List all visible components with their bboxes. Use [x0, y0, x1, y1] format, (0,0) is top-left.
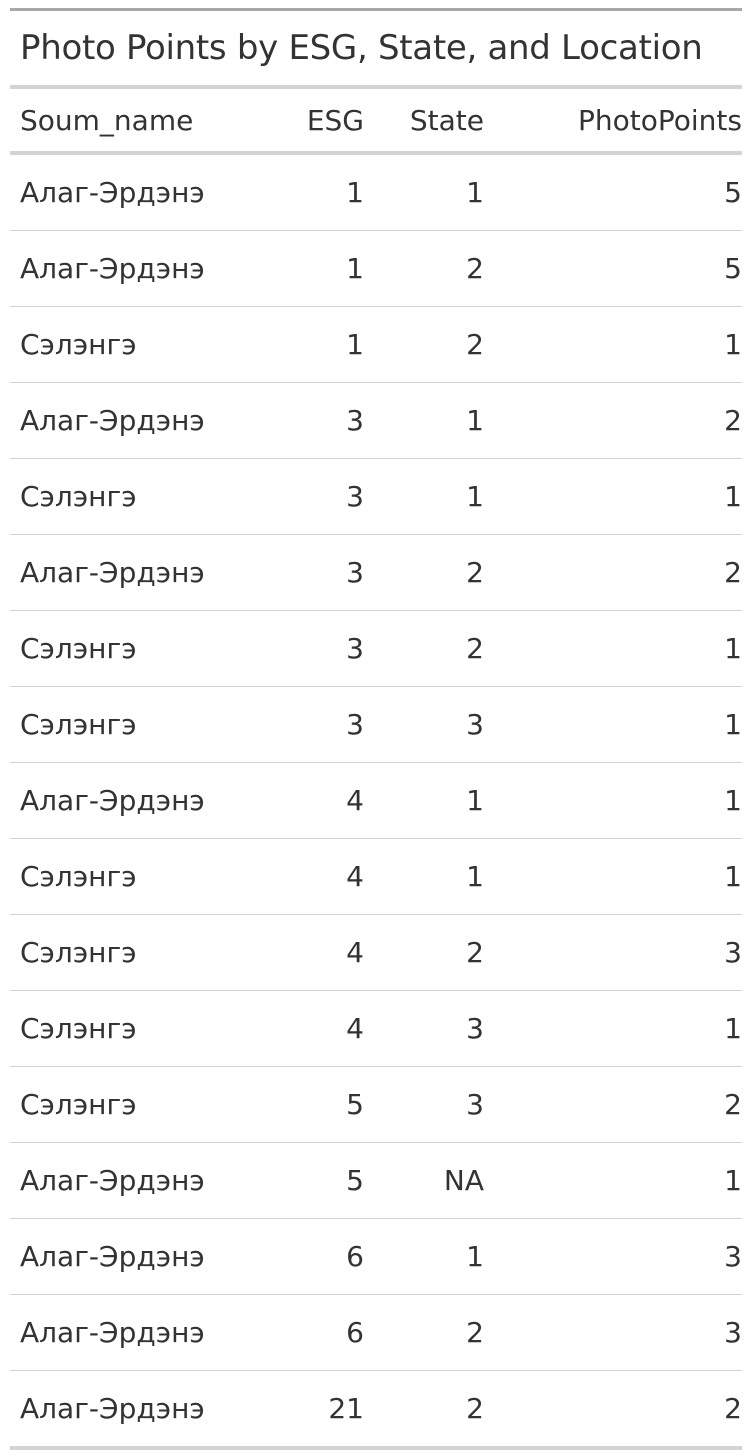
cell-photopoints: 1: [724, 860, 742, 893]
cell-photopoints: 3: [724, 1240, 742, 1273]
cell-soum-name: Алаг-Эрдэнэ: [20, 1392, 205, 1425]
cell-photopoints: 1: [724, 328, 742, 361]
table-row: Алаг-Эрдэнэ 4 1 1: [10, 763, 742, 839]
cell-esg: 21: [328, 1392, 364, 1425]
table-row: Сэлэнгэ 4 1 1: [10, 839, 742, 915]
cell-state: 2: [466, 1316, 484, 1349]
cell-state: 1: [466, 176, 484, 209]
table-row: Алаг-Эрдэнэ 21 2 2: [10, 1371, 742, 1446]
cell-esg: 4: [346, 1012, 364, 1045]
cell-soum-name: Сэлэнгэ: [20, 632, 137, 665]
cell-soum-name: Алаг-Эрдэнэ: [20, 1316, 205, 1349]
cell-photopoints: 1: [724, 480, 742, 513]
cell-soum-name: Алаг-Эрдэнэ: [20, 784, 205, 817]
cell-state: 1: [466, 404, 484, 437]
cell-state: 2: [466, 252, 484, 285]
cell-esg: 6: [346, 1240, 364, 1273]
cell-photopoints: 2: [724, 1392, 742, 1425]
cell-esg: 3: [346, 708, 364, 741]
cell-esg: 3: [346, 556, 364, 589]
cell-soum-name: Сэлэнгэ: [20, 1012, 137, 1045]
cell-esg: 3: [346, 632, 364, 665]
cell-state: 3: [466, 1088, 484, 1121]
table-row: Сэлэнгэ 4 3 1: [10, 991, 742, 1067]
table-row: Алаг-Эрдэнэ 6 2 3: [10, 1295, 742, 1371]
cell-esg: 5: [346, 1164, 364, 1197]
table-row: Алаг-Эрдэнэ 1 1 5: [10, 155, 742, 231]
table-row: Алаг-Эрдэнэ 1 2 5: [10, 231, 742, 307]
table-row: Алаг-Эрдэнэ 3 2 2: [10, 535, 742, 611]
table-row: Сэлэнгэ 3 1 1: [10, 459, 742, 535]
table-row: Сэлэнгэ 4 2 3: [10, 915, 742, 991]
cell-photopoints: 2: [724, 1088, 742, 1121]
cell-state: 1: [466, 860, 484, 893]
cell-state: 3: [466, 1012, 484, 1045]
cell-soum-name: Алаг-Эрдэнэ: [20, 1240, 205, 1273]
bottom-rule: [10, 1446, 742, 1450]
cell-photopoints: 2: [724, 404, 742, 437]
cell-soum-name: Сэлэнгэ: [20, 480, 137, 513]
table-row: Сэлэнгэ 5 3 2: [10, 1067, 742, 1143]
cell-photopoints: 5: [724, 252, 742, 285]
column-header-esg: ESG: [306, 103, 364, 137]
cell-soum-name: Сэлэнгэ: [20, 1088, 137, 1121]
cell-photopoints: 1: [724, 708, 742, 741]
cell-soum-name: Алаг-Эрдэнэ: [20, 252, 205, 285]
cell-esg: 6: [346, 1316, 364, 1349]
cell-photopoints: 3: [724, 936, 742, 969]
cell-esg: 3: [346, 480, 364, 513]
cell-state: 3: [466, 708, 484, 741]
table-title: Photo Points by ESG, State, and Location: [20, 28, 703, 68]
cell-photopoints: 1: [724, 1012, 742, 1045]
table-row: Алаг-Эрдэнэ 3 1 2: [10, 383, 742, 459]
cell-esg: 1: [346, 328, 364, 361]
column-header-state: State: [409, 103, 484, 137]
cell-photopoints: 1: [724, 784, 742, 817]
column-header-photopoints: PhotoPoints: [578, 103, 742, 137]
data-table: Photo Points by ESG, State, and Location…: [10, 8, 742, 1450]
table-row: Алаг-Эрдэнэ 5 NA 1: [10, 1143, 742, 1219]
cell-photopoints: 1: [724, 632, 742, 665]
cell-state: 1: [466, 784, 484, 817]
cell-esg: 3: [346, 404, 364, 437]
cell-soum-name: Алаг-Эрдэнэ: [20, 176, 205, 209]
cell-esg: 5: [346, 1088, 364, 1121]
cell-soum-name: Сэлэнгэ: [20, 708, 137, 741]
cell-esg: 1: [346, 252, 364, 285]
cell-soum-name: Сэлэнгэ: [20, 860, 137, 893]
column-header-soum-name: Soum_name: [20, 103, 194, 137]
cell-soum-name: Алаг-Эрдэнэ: [20, 1164, 205, 1197]
table-row: Алаг-Эрдэнэ 6 1 3: [10, 1219, 742, 1295]
table-header: Soum_name ESG State PhotoPoints: [10, 89, 742, 151]
cell-soum-name: Сэлэнгэ: [20, 936, 137, 969]
cell-photopoints: 2: [724, 556, 742, 589]
cell-soum-name: Алаг-Эрдэнэ: [20, 404, 205, 437]
cell-state: 2: [466, 936, 484, 969]
table-row: Сэлэнгэ 3 2 1: [10, 611, 742, 687]
cell-state: 1: [466, 1240, 484, 1273]
table-body: Алаг-Эрдэнэ 1 1 5 Алаг-Эрдэнэ 1 2 5 Сэлэнгэ 1 2 1 Ал…: [10, 155, 742, 1446]
table-row: Сэлэнгэ 1 2 1: [10, 307, 742, 383]
cell-state: 2: [466, 556, 484, 589]
table-row: Сэлэнгэ 3 3 1: [10, 687, 742, 763]
cell-esg: 1: [346, 176, 364, 209]
cell-soum-name: Алаг-Эрдэнэ: [20, 556, 205, 589]
cell-state: NA: [443, 1164, 484, 1197]
cell-state: 2: [466, 632, 484, 665]
cell-photopoints: 3: [724, 1316, 742, 1349]
cell-state: 1: [466, 480, 484, 513]
cell-state: 2: [466, 328, 484, 361]
cell-photopoints: 1: [724, 1164, 742, 1197]
cell-photopoints: 5: [724, 176, 742, 209]
cell-esg: 4: [346, 936, 364, 969]
cell-soum-name: Сэлэнгэ: [20, 328, 137, 361]
cell-esg: 4: [346, 860, 364, 893]
cell-state: 2: [466, 1392, 484, 1425]
cell-esg: 4: [346, 784, 364, 817]
